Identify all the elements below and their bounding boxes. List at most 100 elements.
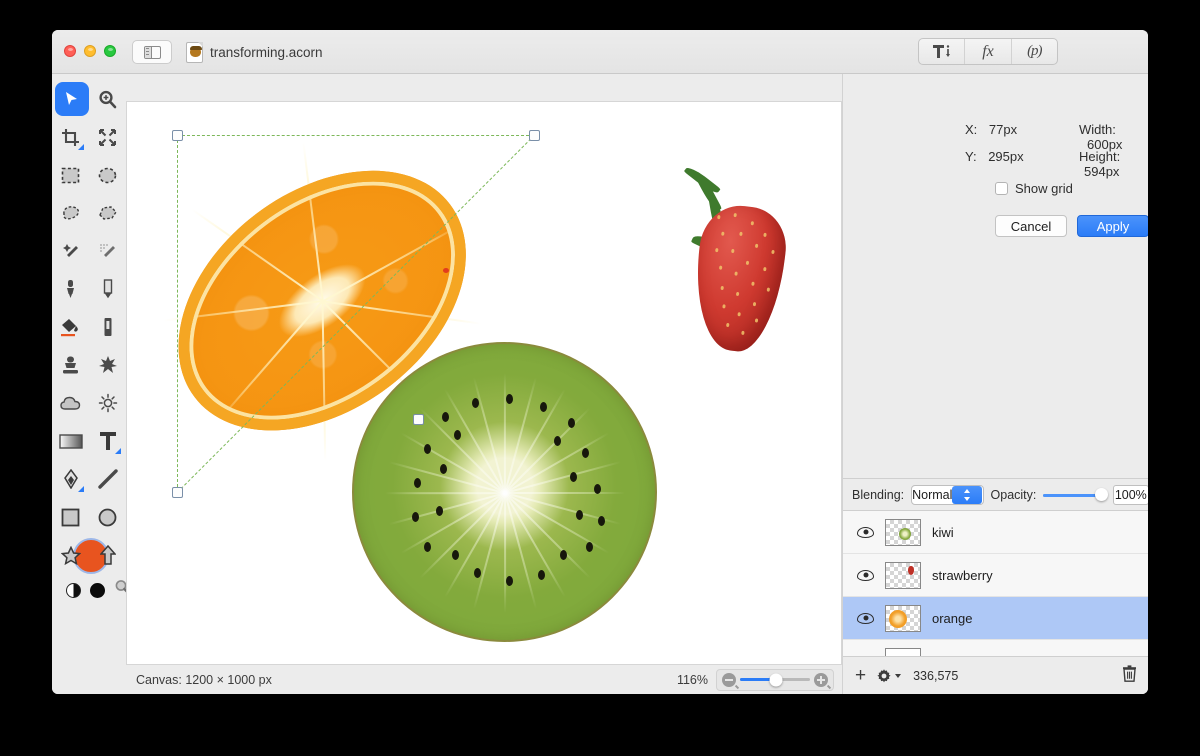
- ellipse-select-tool[interactable]: [89, 156, 126, 194]
- gear-icon: [877, 668, 891, 682]
- close-button[interactable]: [64, 45, 76, 57]
- magnifier-plus-icon: [98, 90, 117, 109]
- height-label: Height:: [1079, 149, 1121, 164]
- canvas-size-label: Canvas: 1200 × 1000 px: [136, 672, 272, 687]
- transform-tool[interactable]: [89, 118, 126, 156]
- marquee-ellipse-icon: [98, 167, 117, 184]
- text-tool[interactable]: [89, 422, 126, 460]
- tool-variant-indicator: [78, 144, 84, 150]
- selection-handle-top-left[interactable]: [172, 130, 183, 141]
- smudge-tool[interactable]: [89, 346, 126, 384]
- instant-alpha-tool[interactable]: [89, 232, 126, 270]
- selection-handle-top-right[interactable]: [529, 130, 540, 141]
- rectangle-select-tool[interactable]: [52, 156, 89, 194]
- grayscale-swap-icon[interactable]: [66, 582, 81, 598]
- rectangle-shape-tool[interactable]: [52, 498, 89, 536]
- cloud-icon: [59, 396, 82, 411]
- eye-icon[interactable]: [857, 526, 874, 538]
- line-tool[interactable]: [89, 460, 126, 498]
- move-tool[interactable]: [52, 80, 89, 118]
- zoom-slider[interactable]: [716, 668, 834, 691]
- tools-segment[interactable]: [919, 39, 964, 64]
- table-row[interactable]: kiwi: [843, 511, 1148, 554]
- arrows-four-way-icon: [98, 128, 117, 147]
- action-buttons: Cancel Apply: [995, 215, 1148, 237]
- dodge-tool[interactable]: [89, 384, 126, 422]
- table-row[interactable]: orange: [843, 597, 1148, 640]
- layer-thumbnail[interactable]: [885, 604, 921, 632]
- layer-settings-button[interactable]: [876, 668, 902, 684]
- canvas-status-bar: Canvas: 1200 × 1000 px 116%: [126, 665, 842, 694]
- width-label: Width:: [1079, 122, 1116, 137]
- apply-button[interactable]: Apply: [1077, 215, 1148, 237]
- table-row[interactable]: strawberry: [843, 554, 1148, 597]
- tool-variant-indicator: [78, 486, 84, 492]
- zoom-slider-knob[interactable]: [769, 673, 783, 686]
- plus-icon[interactable]: +: [855, 666, 866, 685]
- lasso-icon: [61, 205, 81, 222]
- layer-count-label: 336,575: [913, 668, 959, 683]
- layer-thumbnail[interactable]: [885, 561, 921, 589]
- eraser-tool[interactable]: [89, 308, 126, 346]
- chevron-updown-icon[interactable]: [952, 485, 982, 504]
- bezier-pen-tool[interactable]: [52, 460, 89, 498]
- pencil-tool[interactable]: [89, 270, 126, 308]
- presets-segment[interactable]: (p): [1010, 39, 1057, 64]
- cancel-button[interactable]: Cancel: [995, 215, 1067, 237]
- zoom-button[interactable]: [104, 45, 116, 57]
- show-grid-row[interactable]: Show grid: [995, 181, 1073, 196]
- y-value[interactable]: 295px: [988, 149, 1023, 164]
- magnifier-minus-icon[interactable]: [722, 672, 740, 689]
- smudge-splat-icon: [98, 355, 118, 375]
- magic-wand-tool[interactable]: [52, 232, 89, 270]
- magic-wand-dotted-icon: [98, 242, 117, 261]
- zoom-tool[interactable]: [89, 80, 126, 118]
- layer-name: kiwi: [932, 524, 954, 540]
- minimize-button[interactable]: [84, 45, 96, 57]
- sidebar-panel-icon: [143, 45, 161, 59]
- circle-shape-icon: [98, 508, 117, 527]
- x-label: X:: [965, 122, 978, 137]
- blur-tool[interactable]: [52, 384, 89, 422]
- opacity-slider-knob[interactable]: [1094, 487, 1108, 501]
- x-value[interactable]: 77px: [989, 122, 1017, 137]
- canvas-layer-kiwi[interactable]: [352, 342, 657, 642]
- arrow-up-shape-icon: [99, 545, 116, 565]
- opacity-slider[interactable]: [1043, 487, 1108, 502]
- ellipse-shape-tool[interactable]: [89, 498, 126, 536]
- layer-thumbnail[interactable]: [885, 518, 921, 546]
- gradient-tool[interactable]: [52, 422, 89, 460]
- polygon-lasso-tool[interactable]: [89, 194, 126, 232]
- lasso-tool[interactable]: [52, 194, 89, 232]
- crop-tool[interactable]: [52, 118, 89, 156]
- canvas-layer-strawberry[interactable]: [672, 164, 792, 356]
- filters-segment[interactable]: fx: [964, 39, 1010, 64]
- acorn-document-icon: [186, 42, 203, 63]
- zoom-slider-track[interactable]: [740, 673, 810, 686]
- sun-icon: [98, 393, 118, 413]
- trash-icon[interactable]: [1122, 664, 1137, 687]
- height-value[interactable]: 594px: [1084, 164, 1119, 179]
- inspector-mode-segments[interactable]: fx (p): [918, 38, 1058, 65]
- clone-stamp-tool[interactable]: [52, 346, 89, 384]
- eye-icon[interactable]: [857, 569, 874, 581]
- layer-name: orange: [932, 610, 973, 626]
- polygon-lasso-icon: [98, 205, 118, 222]
- tool-variant-indicator: [115, 448, 121, 454]
- magnifier-plus-icon[interactable]: [814, 672, 832, 689]
- gradient-icon: [58, 433, 83, 449]
- paintbrush-icon: [64, 279, 77, 299]
- black-swatch-icon[interactable]: [90, 582, 105, 598]
- layers-list: kiwi strawberry orange white background: [843, 511, 1148, 683]
- opacity-value-field[interactable]: 100%: [1112, 484, 1148, 505]
- image-canvas[interactable]: [126, 101, 842, 665]
- sidebar-toggle-button[interactable]: [132, 40, 172, 64]
- paintbrush-tool[interactable]: [52, 270, 89, 308]
- show-grid-label: Show grid: [1015, 181, 1073, 196]
- show-grid-checkbox[interactable]: [995, 182, 1008, 195]
- eye-icon[interactable]: [857, 612, 874, 624]
- paint-bucket-tool[interactable]: [52, 308, 89, 346]
- blending-label: Blending:: [852, 487, 905, 502]
- selection-handle-bottom-left[interactable]: [172, 487, 183, 498]
- blend-mode-select[interactable]: Normal: [911, 484, 984, 505]
